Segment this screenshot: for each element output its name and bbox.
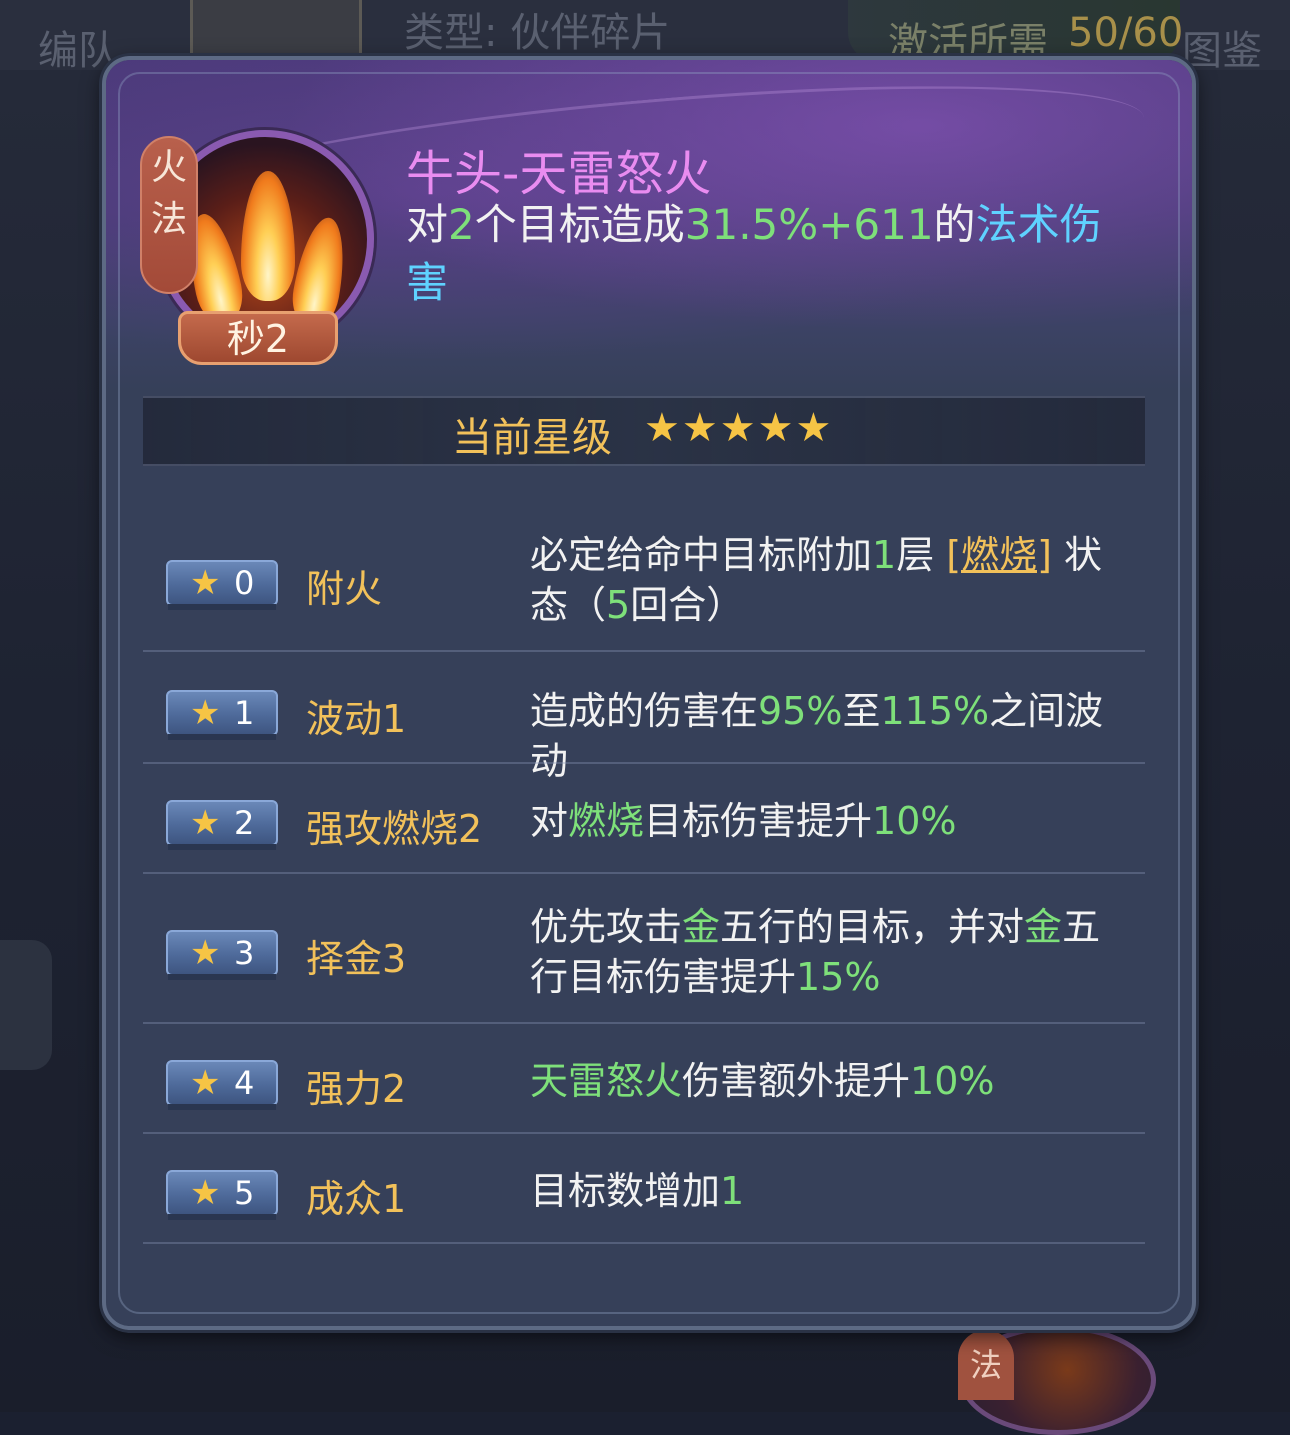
effect-text: 对: [530, 799, 569, 843]
star-icon: ★: [190, 693, 221, 733]
row-divider: [143, 1022, 1145, 1024]
trait-name: 强力2: [306, 1067, 407, 1111]
effect-text: 五行的目标，并对: [720, 905, 1025, 949]
burn-status-link[interactable]: [燃烧]: [946, 533, 1052, 577]
trait-name: 波动1: [306, 697, 407, 741]
element-tag-char-2: 法: [150, 199, 187, 240]
effect-value: 10%: [872, 799, 957, 843]
trait-name: 附火: [306, 567, 383, 611]
trait-effect: 优先攻击金五行的目标，并对金五行目标伤害提升15%: [530, 902, 1130, 1002]
effect-value: 5: [606, 583, 631, 627]
star-level-badge: ★ 0: [166, 560, 278, 606]
flame-icon: [241, 171, 295, 301]
row-divider: [143, 1242, 1145, 1244]
trait-effect: 对燃烧目标伤害提升10%: [530, 796, 1130, 846]
star-level-number: 2: [234, 804, 255, 842]
badge-shadow: [168, 734, 276, 740]
star-icon: ★: [190, 563, 221, 603]
desc-text: 的: [933, 200, 976, 249]
desc-text: 个目标造成: [474, 200, 685, 249]
trait-name: 成众1: [306, 1177, 407, 1221]
star-icon: ★: [190, 803, 221, 843]
row-divider: [143, 872, 1145, 874]
effect-value: 1: [720, 1169, 745, 1213]
star-icon: ★: [190, 1173, 221, 1213]
skill-type-banner: 秒2: [178, 311, 338, 365]
badge-shadow: [168, 1104, 276, 1110]
star-level-number: 1: [234, 694, 255, 732]
trait-effect: 目标数增加1: [530, 1166, 1130, 1216]
element-tag-char-1: 火: [150, 147, 187, 188]
effect-text: 目标数增加: [530, 1169, 721, 1213]
star-level-number: 0: [234, 564, 255, 602]
trait-effect: 必定给命中目标附加1层 [燃烧] 状态（5回合）: [530, 530, 1130, 630]
effect-value: 95%: [758, 689, 843, 733]
star-level-number: 3: [234, 934, 255, 972]
star-level-badge: ★ 3: [166, 930, 278, 976]
effect-keyword: 天雷怒火: [530, 1059, 683, 1103]
trait-effect: 造成的伤害在95%至115%之间波动: [530, 686, 1130, 786]
effect-text: 层: [896, 533, 947, 577]
badge-shadow: [168, 974, 276, 980]
skill-description: 对2个目标造成31.5%+611的法术伤害: [406, 196, 1136, 312]
star-level-badge: ★ 2: [166, 800, 278, 846]
effect-text: 优先攻击: [530, 905, 683, 949]
star-rating-icon: ★★★★★: [644, 405, 834, 451]
trait-name: 强攻燃烧2: [306, 807, 483, 851]
skill-name: 牛头-天雷怒火: [406, 146, 712, 202]
star-level-number: 5: [234, 1174, 255, 1212]
desc-damage-value: 31.5%+611: [684, 200, 934, 249]
background-type-label: 类型: 伙伴碎片: [404, 10, 671, 56]
background-codex-label: 图鉴: [1182, 28, 1262, 74]
effect-text: 造成的伤害在: [530, 689, 759, 733]
star-level-number: 4: [234, 1064, 255, 1102]
row-divider: [143, 1132, 1145, 1134]
star-icon: ★: [190, 1063, 221, 1103]
effect-text: 必定给命中目标附加: [530, 533, 873, 577]
trait-effect: 天雷怒火伤害额外提升10%: [530, 1056, 1130, 1106]
trait-name: 择金3: [306, 937, 407, 981]
background-need-value: 50/60: [1068, 10, 1184, 56]
effect-text: 回合）: [630, 583, 745, 627]
effect-value: 15%: [796, 955, 881, 999]
row-divider: [143, 762, 1145, 764]
badge-shadow: [168, 604, 276, 610]
background-skill-tag: 法: [958, 1330, 1014, 1400]
desc-target-count: 2: [448, 200, 475, 249]
effect-keyword: 燃烧: [568, 799, 645, 843]
effect-text: 至: [842, 689, 881, 733]
effect-value: 1: [872, 533, 897, 577]
star-icon: ★: [190, 933, 221, 973]
effect-text: 目标伤害提升: [644, 799, 873, 843]
effect-keyword: 金: [1024, 905, 1063, 949]
star-level-badge: ★ 4: [166, 1060, 278, 1106]
badge-shadow: [168, 844, 276, 850]
star-level-badge: ★ 5: [166, 1170, 278, 1216]
background-left-arrow: [0, 940, 52, 1070]
skill-element-tag: 火 法: [140, 136, 198, 294]
effect-text: 伤害额外提升: [682, 1059, 911, 1103]
effect-value: 10%: [910, 1059, 995, 1103]
row-divider: [143, 650, 1145, 652]
desc-text: 对: [406, 200, 449, 249]
star-level-badge: ★ 1: [166, 690, 278, 736]
effect-value: 115%: [880, 689, 990, 733]
star-level-label: 当前星级: [452, 415, 612, 461]
effect-keyword: 金: [682, 905, 721, 949]
badge-shadow: [168, 1214, 276, 1220]
background-portrait: [190, 0, 362, 61]
